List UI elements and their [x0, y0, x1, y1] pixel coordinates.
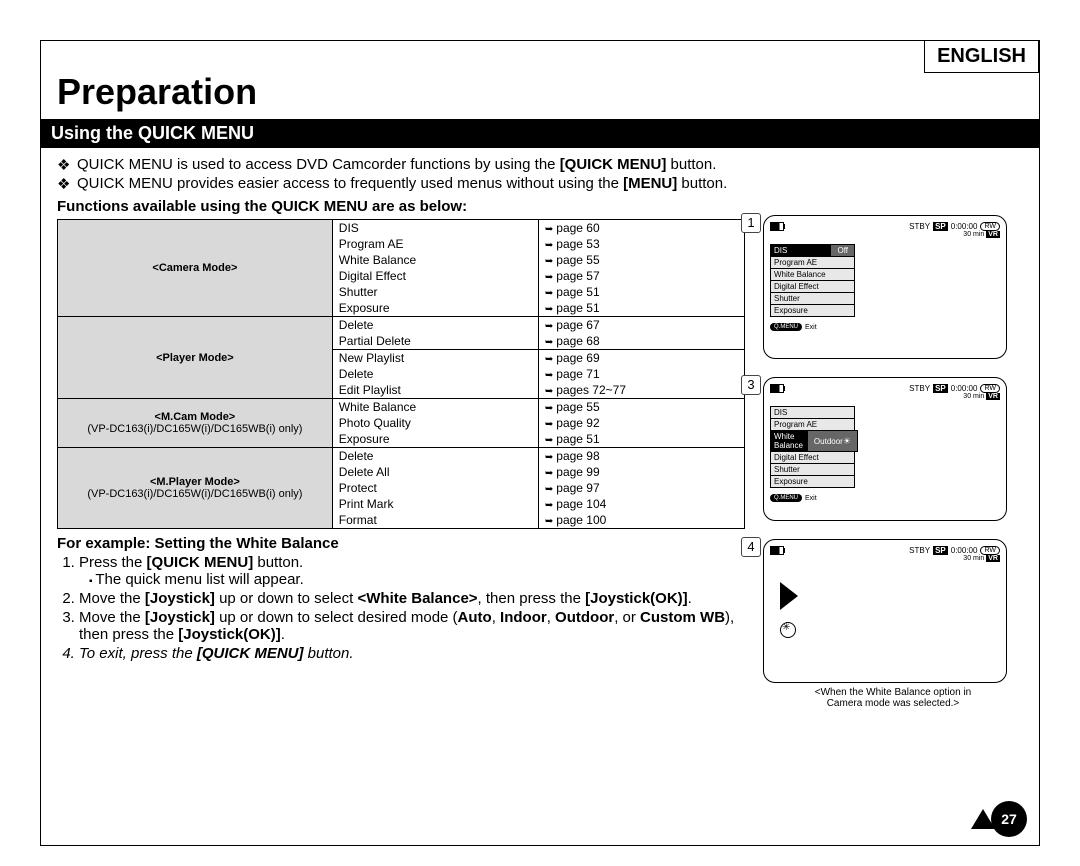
qmenu-pill: Q.MENU — [770, 494, 802, 502]
example-heading: For example: Setting the White Balance — [57, 535, 745, 552]
step-1: Press the [QUICK MENU] button. The quick… — [79, 554, 745, 588]
screen-number-1: 1 — [741, 213, 761, 233]
quick-menu-list: DIS Off Program AE White Balance Digital… — [770, 245, 855, 317]
steps-list: Press the [QUICK MENU] button. The quick… — [57, 554, 745, 662]
step-2: Move the [Joystick] up or down to select… — [79, 590, 745, 607]
page-number-badge: 27 — [991, 801, 1027, 837]
mode-cell-mplayer: <M.Player Mode> (VP-DC163(i)/DC165W(i)/D… — [58, 448, 333, 529]
mode-cell-player: <Player Mode> — [58, 317, 333, 399]
page-footer-corner: 27 — [971, 801, 1027, 837]
vr-badge: VR — [986, 555, 1000, 562]
intro-bullets: QUICK MENU is used to access DVD Camcord… — [57, 156, 1023, 192]
content-area: QUICK MENU is used to access DVD Camcord… — [41, 148, 1039, 709]
qmenu-pill: Q.MENU — [770, 323, 802, 331]
play-icon — [780, 582, 798, 610]
pages-cell: page 67 page 68 page 69 page 71 pages 72… — [538, 317, 744, 399]
sun-icon: ☀ — [843, 436, 851, 447]
sp-badge: SP — [933, 546, 948, 555]
screen-4-wrap: 4 STBY SP 0:00:00 RW — [763, 539, 1023, 709]
pages-cell: page 60 page 53 page 55 page 57 page 51 … — [538, 220, 744, 317]
sp-badge: SP — [933, 222, 948, 231]
vr-badge: VR — [986, 393, 1000, 400]
time-remain: 30 min — [963, 231, 984, 238]
corner-triangle-icon — [971, 809, 995, 829]
screen-number-4: 4 — [741, 537, 761, 557]
items-cell: DIS Program AE White Balance Digital Eff… — [332, 220, 538, 317]
items-cell: Delete Delete All Protect Print Mark For… — [332, 448, 538, 529]
mode-cell-mcam: <M.Cam Mode> (VP-DC163(i)/DC165W(i)/DC16… — [58, 399, 333, 448]
step-1-sub: The quick menu list will appear. — [89, 571, 745, 588]
exit-label: Exit — [805, 324, 817, 331]
section-heading: Using the QUICK MENU — [41, 119, 1039, 148]
page-title: Preparation — [41, 41, 1039, 119]
rw-pill: RW — [980, 546, 1000, 555]
screens-caption: <When the White Balance option inCamera … — [763, 687, 1023, 709]
menu-item-wb: White Balance — [770, 430, 807, 452]
rw-pill: RW — [980, 222, 1000, 231]
page-frame: ENGLISH Preparation Using the QUICK MENU… — [40, 40, 1040, 846]
screen-4: STBY SP 0:00:00 RW 30 min VR — [763, 539, 1007, 683]
mode-cell-camera: <Camera Mode> — [58, 220, 333, 317]
pages-cell: page 98 page 99 page 97 page 104 page 10… — [538, 448, 744, 529]
screen-3: STBY SP 0:00:00 RW 30 min VR — [763, 377, 1007, 521]
pages-cell: page 55 page 92 page 51 — [538, 399, 744, 448]
bullet-1: QUICK MENU is used to access DVD Camcord… — [77, 156, 1023, 173]
language-badge: ENGLISH — [924, 40, 1039, 73]
timecode: 0:00:00 — [951, 222, 978, 231]
table-heading: Functions available using the QUICK MENU… — [57, 198, 1023, 215]
vr-badge: VR — [986, 231, 1000, 238]
sp-badge: SP — [933, 384, 948, 393]
menu-item-exposure: Exposure — [770, 475, 855, 488]
timecode: 0:00:00 — [951, 546, 978, 555]
time-remain: 30 min — [963, 555, 984, 562]
step-3: Move the [Joystick] up or down to select… — [79, 609, 745, 643]
timecode: 0:00:00 — [951, 384, 978, 393]
stby-label: STBY — [909, 222, 930, 231]
quick-menu-list: DIS Program AE White Balance Outdoor☀ Di… — [770, 407, 855, 488]
functions-table: <Camera Mode> DIS Program AE White Balan… — [57, 219, 745, 529]
bullet-2: QUICK MENU provides easier access to fre… — [77, 175, 1023, 192]
exit-label: Exit — [805, 495, 817, 502]
screen-3-wrap: 3 STBY SP 0:00:00 RW — [763, 377, 1023, 521]
items-cell: Delete Partial Delete New Playlist Delet… — [332, 317, 538, 399]
sun-circle-icon — [780, 622, 796, 638]
items-cell: White Balance Photo Quality Exposure — [332, 399, 538, 448]
battery-icon — [770, 384, 784, 393]
screen-number-3: 3 — [741, 375, 761, 395]
screens-column: 1 STBY SP 0:00:00 RW — [763, 215, 1023, 709]
screen-1: STBY SP 0:00:00 RW 30 min VR — [763, 215, 1007, 359]
menu-value-outdoor: Outdoor☀ — [807, 430, 858, 452]
screen-1-wrap: 1 STBY SP 0:00:00 RW — [763, 215, 1023, 359]
menu-item-exposure: Exposure — [770, 304, 855, 317]
time-remain: 30 min — [963, 393, 984, 400]
battery-icon — [770, 546, 784, 555]
rw-pill: RW — [980, 384, 1000, 393]
stby-label: STBY — [909, 546, 930, 555]
stby-label: STBY — [909, 384, 930, 393]
battery-icon — [770, 222, 784, 231]
step-4: To exit, press the [QUICK MENU] button. — [79, 645, 745, 662]
